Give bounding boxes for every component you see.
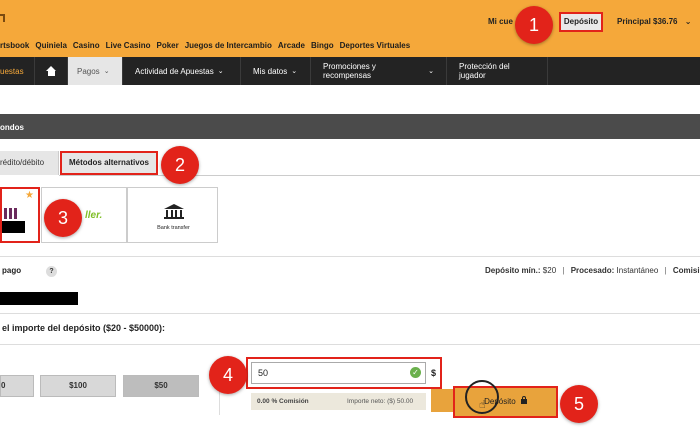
deposit-amount-input[interactable]: [251, 362, 426, 384]
help-icon[interactable]: ?: [46, 266, 57, 277]
check-icon: ✓: [410, 367, 421, 378]
nav-poker[interactable]: Poker: [156, 41, 178, 50]
nav-exchange-games[interactable]: Juegos de Intercambio: [185, 41, 272, 50]
nav-home[interactable]: [35, 57, 68, 85]
tab-credit-debit[interactable]: rédito/débito: [0, 151, 59, 175]
my-account-link[interactable]: Mi cue: [488, 17, 513, 26]
balance-value: $36.76: [653, 17, 678, 26]
payment-method-bank-transfer[interactable]: Bank transfer: [127, 187, 218, 243]
nav-promotions-label: Promociones y recompensas: [323, 62, 376, 80]
net-amount-text: Importe neto: ($) 50.00: [347, 398, 414, 405]
nav-player-protection[interactable]: Protección del jugador: [447, 57, 548, 85]
deposit-header-button[interactable]: Depósito: [559, 12, 603, 32]
payment-method-skrill[interactable]: ★: [0, 187, 40, 243]
annotation-badge-5: 5: [560, 385, 598, 423]
bank-icon: [164, 204, 184, 220]
logo: [0, 14, 5, 22]
chevron-down-icon: ⌄: [217, 68, 224, 75]
quick-amount-button[interactable]: 0: [0, 375, 34, 397]
divider: [0, 313, 700, 314]
nav-my-data-label: Mis datos: [253, 66, 288, 76]
redacted-logo-area: [2, 221, 25, 233]
deposit-limits: Depósito mín.: $20 | Procesado: Instantá…: [485, 266, 700, 275]
skrill-logo: [4, 208, 17, 219]
chevron-down-icon: ⌄: [103, 68, 110, 75]
annotation-badge-1: 1: [515, 6, 553, 44]
quick-amount-100-button[interactable]: $100: [40, 375, 116, 397]
amount-field-group: ✓ $: [246, 357, 442, 389]
nav-quiniela[interactable]: Quiniela: [35, 41, 67, 50]
tab-alternative-methods[interactable]: Métodos alternativos: [60, 151, 158, 175]
commission-label: Comisi: [672, 266, 700, 275]
nav-arcade[interactable]: Arcade: [278, 41, 305, 50]
nav-promotions[interactable]: Promociones y recompensas ⌄: [311, 57, 447, 85]
redacted-account-info: [0, 292, 78, 305]
divider: [0, 256, 700, 257]
nav-casino[interactable]: Casino: [73, 41, 100, 50]
star-icon: ★: [25, 190, 34, 201]
nav-betting-activity[interactable]: Actividad de Apuestas ⌄: [123, 57, 241, 85]
chevron-down-icon: ⌄: [684, 17, 692, 26]
annotation-badge-2: 2: [161, 146, 199, 184]
nav-bingo[interactable]: Bingo: [311, 41, 334, 50]
balance-label: Principal: [617, 17, 651, 26]
nav-my-data[interactable]: Mis datos ⌄: [241, 57, 311, 85]
commission-summary: 0.00 % Comisión Importe neto: ($) 50.00: [251, 393, 426, 410]
nav-betting-activity-label: Actividad de Apuestas: [135, 66, 214, 76]
bank-transfer-label: Bank transfer: [157, 225, 190, 231]
top-bar: Mi cue Depósito Principal $36.76 ⌄ rtsbo…: [0, 0, 700, 57]
nav-live-casino[interactable]: Live Casino: [106, 41, 151, 50]
lock-icon: [520, 396, 527, 404]
annotation-badge-3: 3: [44, 199, 82, 237]
min-deposit-label: Depósito mín.:: [485, 266, 541, 275]
currency-symbol: $: [431, 368, 437, 378]
nav-virtual-sports[interactable]: Deportes Virtuales: [340, 41, 411, 50]
nav-payments-label: Pagos: [77, 66, 100, 76]
payment-tabs: rédito/débito Métodos alternativos: [0, 151, 158, 175]
commission-text: 0.00 % Comisión: [257, 398, 309, 405]
home-icon: [45, 66, 57, 76]
processed-value: Instantáneo: [616, 266, 659, 275]
quick-amount-50-button[interactable]: $50: [123, 375, 199, 397]
nav-sportsbook[interactable]: rtsbook: [0, 41, 29, 50]
sports-nav: rtsbook Quiniela Casino Live Casino Poke…: [0, 41, 410, 50]
section-title: ondos: [0, 114, 700, 139]
hand-cursor-icon: ☝: [479, 399, 486, 411]
tab-divider: [59, 175, 700, 176]
nav-payments[interactable]: Pagos ⌄: [68, 57, 123, 85]
neteller-logo: ller.: [85, 210, 103, 221]
main-nav: uestas Pagos ⌄ Actividad de Apuestas ⌄ M…: [0, 57, 700, 85]
annotation-badge-4: 4: [209, 356, 247, 394]
min-deposit-value: $20: [542, 266, 557, 275]
nav-bets[interactable]: uestas: [0, 57, 35, 85]
chevron-down-icon: ⌄: [428, 68, 434, 75]
divider: [0, 344, 700, 345]
balance-display[interactable]: Principal $36.76 ⌄: [617, 17, 691, 26]
processed-label: Procesado:: [570, 266, 615, 275]
chevron-down-icon: ⌄: [291, 68, 298, 75]
payment-method-label: pago: [2, 266, 22, 275]
amount-prompt: el importe del depósito ($20 - $50000):: [2, 323, 166, 333]
